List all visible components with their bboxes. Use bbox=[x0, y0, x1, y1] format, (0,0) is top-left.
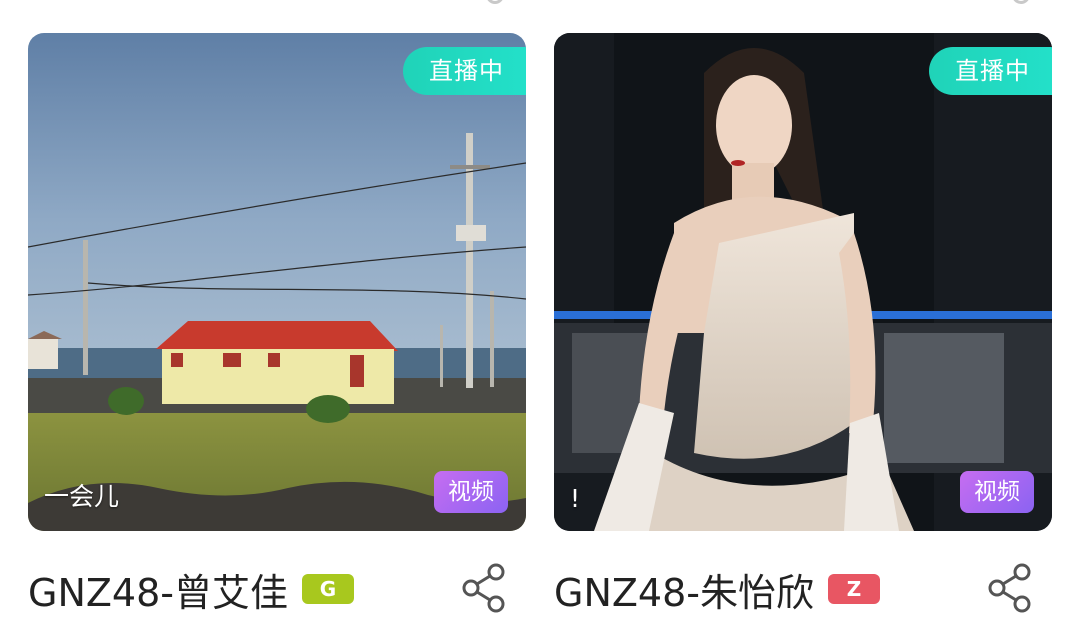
thumbnail-image bbox=[28, 33, 526, 531]
member-info-row: GNZ48-曾艾佳 G bbox=[28, 556, 354, 622]
member-name[interactable]: GNZ48-曾艾佳 bbox=[28, 562, 288, 617]
member-name[interactable]: GNZ48-朱怡欣 bbox=[554, 562, 814, 617]
live-status-badge: 直播中 bbox=[403, 47, 526, 95]
live-card-thumbnail[interactable]: 直播中 一会儿 视频 bbox=[28, 33, 526, 531]
stream-caption: ! bbox=[570, 484, 581, 513]
video-badge: 视频 bbox=[434, 471, 508, 513]
video-badge: 视频 bbox=[960, 471, 1034, 513]
live-card-thumbnail[interactable]: 直播中 ! 视频 bbox=[554, 33, 1052, 531]
member-info-row: GNZ48-朱怡欣 Z bbox=[554, 556, 880, 622]
share-icon[interactable] bbox=[462, 562, 506, 614]
share-icon[interactable] bbox=[988, 562, 1032, 614]
stream-card-grid: 直播中 一会儿 视频 直播中 ! 视频 GNZ48-曾艾佳 G GNZ48-朱怡… bbox=[0, 0, 1080, 636]
thumbnail-image bbox=[554, 33, 1052, 531]
team-badge: G bbox=[301, 574, 354, 604]
top-share-icon-partial bbox=[1012, 0, 1030, 4]
stream-caption: 一会儿 bbox=[44, 482, 120, 511]
live-status-badge: 直播中 bbox=[929, 47, 1052, 95]
team-badge: Z bbox=[827, 574, 880, 604]
top-share-icon-partial bbox=[486, 0, 504, 4]
